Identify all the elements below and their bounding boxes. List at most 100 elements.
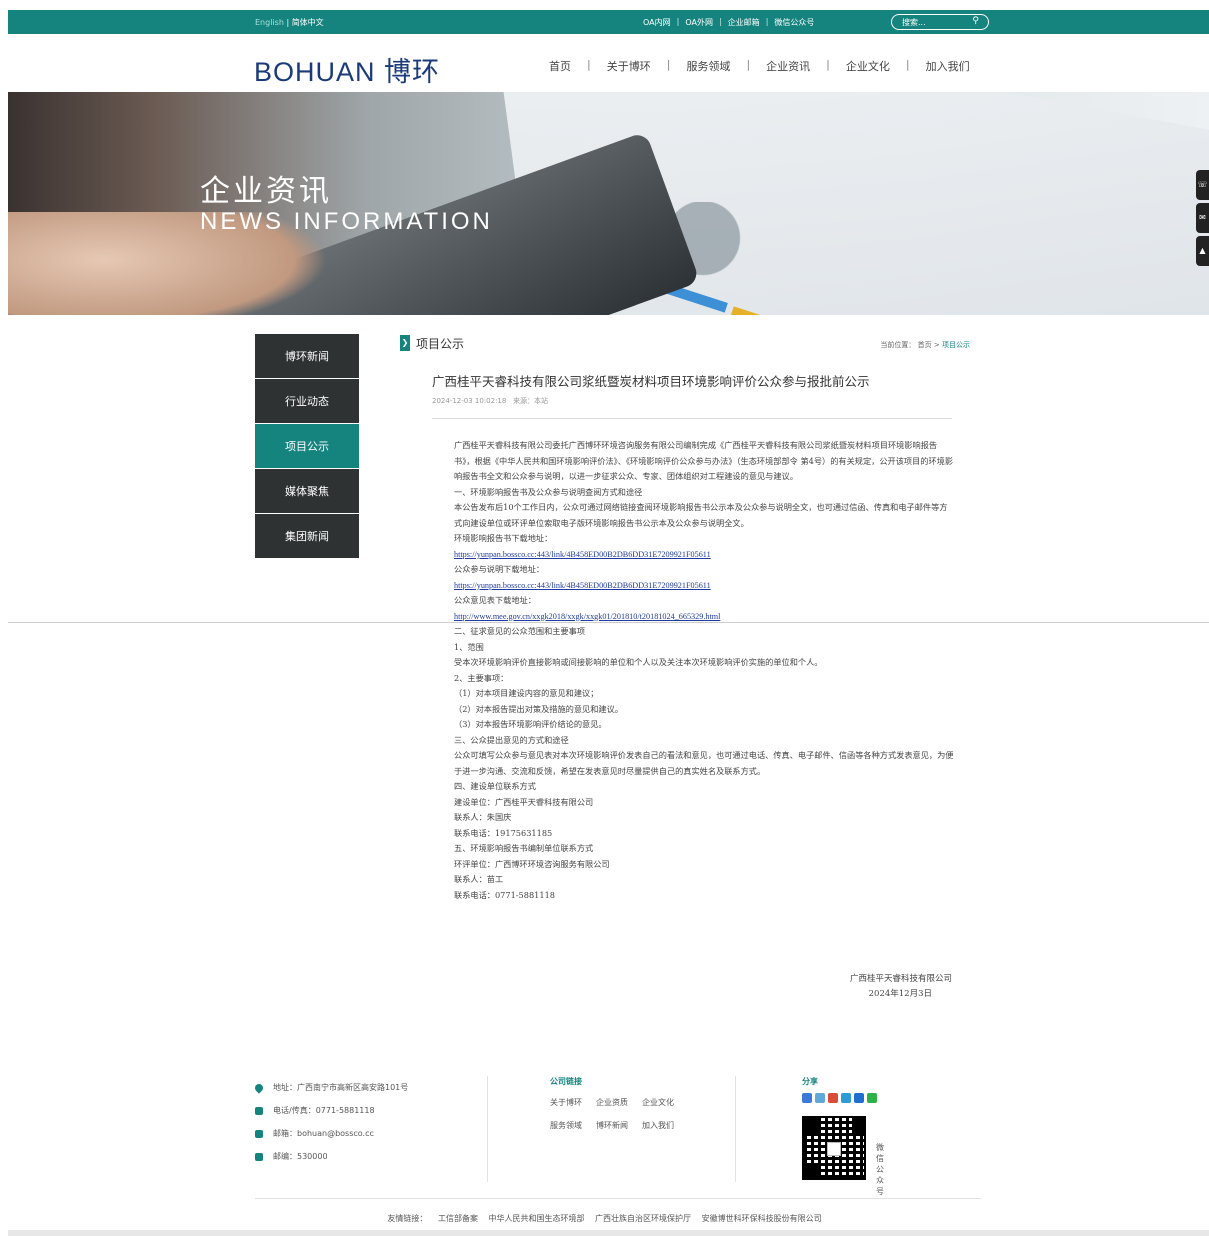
- sidebar-item-bohuan-news[interactable]: 博环新闻: [255, 334, 359, 378]
- heading: 二、征求意见的公众范围和主要事项: [454, 626, 586, 636]
- phone-icon: [255, 1106, 263, 1115]
- list-item: （2）对本报告提出对策及措施的意见和建议。: [454, 703, 623, 714]
- breadcrumb-home[interactable]: 首页: [918, 341, 932, 349]
- share-qzone-icon[interactable]: [802, 1093, 812, 1103]
- contact-line: 联系人：苗工: [454, 874, 504, 884]
- heading: 五、环境影响报告书编制单位联系方式: [454, 843, 594, 853]
- paragraph: 广西桂平天睿科技有限公司委托广西博环环境咨询服务有限公司编制完成《广西桂平天睿科…: [454, 440, 954, 481]
- nav-about[interactable]: 关于博环: [607, 58, 651, 74]
- footer-link-about[interactable]: 关于博环: [550, 1097, 582, 1108]
- footer-links: 公司链接 关于博环 企业资质 企业文化 服务领域 博环新闻 加入我们: [550, 1076, 674, 1143]
- nav-home[interactable]: 首页: [549, 58, 571, 74]
- friend-link[interactable]: 安徽博世科环保科技股份有限公司: [702, 1214, 822, 1223]
- divider: |: [826, 58, 830, 71]
- link-label: 公众意见表下载地址：: [454, 595, 536, 605]
- breadcrumb: 当前位置： 首页 > 项目公示: [880, 340, 970, 350]
- footer-postcode: 邮编：530000: [273, 1152, 328, 1161]
- sidebar-item-industry[interactable]: 行业动态: [255, 379, 359, 423]
- contact-line: 环评单位：广西博环环境咨询服务有限公司: [454, 858, 610, 869]
- side-tab-phone-icon[interactable]: ☏: [1196, 170, 1209, 200]
- breadcrumb-current[interactable]: 项目公示: [942, 341, 970, 349]
- divider: [8, 622, 1209, 623]
- oa-extranet-link[interactable]: OA外网: [685, 17, 713, 28]
- sidebar-item-media[interactable]: 媒体聚焦: [255, 469, 359, 513]
- heading: 四、建设单位联系方式: [454, 781, 536, 791]
- friend-link[interactable]: 中华人民共和国生态环境部: [489, 1214, 585, 1223]
- contact-line: 联系电话：0771-5881118: [454, 889, 556, 900]
- qr-logo-icon: [827, 1142, 841, 1156]
- paragraph: 受本次环境影响评价直接影响或间接影响的单位和个人以及关注本次环境影响评价实施的单…: [454, 657, 823, 667]
- divider: [255, 1198, 981, 1199]
- report-download-link[interactable]: https://yunpan.bossco.cc:443/link/4B458E…: [454, 550, 711, 559]
- footer-link-services[interactable]: 服务领域: [550, 1120, 582, 1131]
- lang-separator: |: [286, 18, 290, 27]
- chevron-right-icon: ❯: [400, 335, 410, 351]
- share-weibo-icon[interactable]: [815, 1093, 825, 1103]
- language-switch: English | 简体中文: [255, 17, 324, 28]
- divider: |: [765, 17, 769, 26]
- footer-link-news[interactable]: 博环新闻: [596, 1120, 628, 1131]
- friend-links: 友情链接： 工信部备案 中华人民共和国生态环境部 广西壮族自治区环境保护厅 安徽…: [0, 1213, 1209, 1224]
- contact-line: 建设单位：广西桂平天睿科技有限公司: [454, 796, 594, 807]
- logo-latin: BOHUAN: [254, 57, 376, 87]
- sidebar-menu: 博环新闻 行业动态 项目公示 媒体聚焦 集团新闻: [255, 334, 359, 559]
- footer: 地址：广西南宁市高新区高安路101号 电话/传真：0771-5881118 邮箱…: [253, 1076, 981, 1196]
- footer-link-join[interactable]: 加入我们: [642, 1120, 674, 1131]
- divider: |: [676, 17, 680, 26]
- list-item: （3）对本报告环境影响评价结论的意见。: [454, 719, 607, 729]
- nav-join[interactable]: 加入我们: [926, 58, 970, 74]
- sign-company: 广西桂平天睿科技有限公司: [849, 974, 952, 984]
- footer-link-qualification[interactable]: 企业资质: [596, 1097, 628, 1108]
- logo-cn: 博环: [384, 57, 441, 87]
- section-title: 项目公示: [416, 337, 465, 351]
- wechat-link[interactable]: 微信公众号: [774, 17, 814, 28]
- share-tencent-icon[interactable]: [828, 1093, 838, 1103]
- divider: |: [587, 58, 591, 71]
- opinion-form-link[interactable]: http://www.mee.gov.cn/xxgk2018/xxgk/xxgk…: [454, 612, 720, 621]
- sidebar-item-project-notice[interactable]: 项目公示: [255, 424, 359, 468]
- paragraph: 本公告发布后10个工作日内，公众可通过网络链接查阅环境影响报告书公示本及公众参与…: [454, 502, 948, 528]
- signature-block: 广西桂平天睿科技有限公司 2024年12月3日: [780, 972, 952, 1002]
- search-input[interactable]: 搜索... ⚲: [891, 14, 989, 30]
- sidebar-item-group-news[interactable]: 集团新闻: [255, 514, 359, 558]
- share-wechat-icon[interactable]: [867, 1093, 877, 1103]
- sub-heading: 2、主要事项：: [454, 672, 509, 683]
- nav-news[interactable]: 企业资讯: [766, 58, 810, 74]
- divider: [432, 418, 952, 419]
- heading: 三、公众提出意见的方式和途径: [454, 734, 569, 745]
- hero-banner: 企业资讯 NEWS INFORMATION: [8, 92, 1209, 315]
- section-header: ❯ 项目公示 当前位置： 首页 > 项目公示: [400, 335, 970, 355]
- side-tab-top-icon[interactable]: ▲: [1196, 236, 1209, 266]
- article-title: 广西桂平天睿科技有限公司浆纸暨炭材料项目环境影响评价公众参与报批前公示: [432, 374, 870, 389]
- side-tab-chat-icon[interactable]: ✉: [1196, 203, 1209, 233]
- footer-address: 地址：广西南宁市高新区高安路101号: [273, 1083, 409, 1092]
- floating-side-tabs: ☏ ✉ ▲: [1196, 170, 1209, 269]
- friend-link[interactable]: 工信部备案: [438, 1214, 478, 1223]
- share-renren-icon[interactable]: [854, 1093, 864, 1103]
- footer-links-title: 公司链接: [550, 1077, 582, 1086]
- oa-intranet-link[interactable]: OA内网: [643, 17, 671, 28]
- lang-chinese-link[interactable]: 简体中文: [292, 18, 324, 27]
- friend-link[interactable]: 广西壮族自治区环境保护厅: [595, 1214, 691, 1223]
- contact-line: 联系人：朱国庆: [454, 812, 512, 822]
- company-logo[interactable]: BOHUAN 博环: [254, 50, 440, 89]
- participation-download-link[interactable]: https://yunpan.bossco.cc:443/link/4B458E…: [454, 581, 711, 590]
- banner-title-cn: 企业资讯: [200, 174, 332, 209]
- nav-culture[interactable]: 企业文化: [846, 58, 890, 74]
- share-icons: [802, 1093, 877, 1103]
- footer-link-culture[interactable]: 企业文化: [642, 1097, 674, 1108]
- footer-email: 邮箱：bohuan@bossco.cc: [273, 1129, 374, 1138]
- search-placeholder: 搜索...: [902, 18, 926, 27]
- sign-date: 2024年12月3日: [868, 989, 932, 999]
- company-mail-link[interactable]: 企业邮箱: [728, 17, 760, 28]
- top-bar: English | 简体中文 OA内网 | OA外网 | 企业邮箱 | 微信公众…: [8, 10, 1209, 34]
- sub-heading: 1、范围: [454, 641, 484, 652]
- lang-english-link[interactable]: English: [255, 18, 284, 27]
- nav-services[interactable]: 服务领域: [686, 58, 730, 74]
- friend-links-label: 友情链接：: [387, 1214, 428, 1223]
- search-icon[interactable]: ⚲: [972, 16, 979, 26]
- paragraph: 公众可填写公众参与意见表对本次环境影响评价发表自己的看法和意见，也可通过电话、传…: [454, 750, 954, 776]
- divider: |: [905, 58, 910, 71]
- share-qq-icon[interactable]: [841, 1093, 851, 1103]
- divider: |: [746, 58, 751, 71]
